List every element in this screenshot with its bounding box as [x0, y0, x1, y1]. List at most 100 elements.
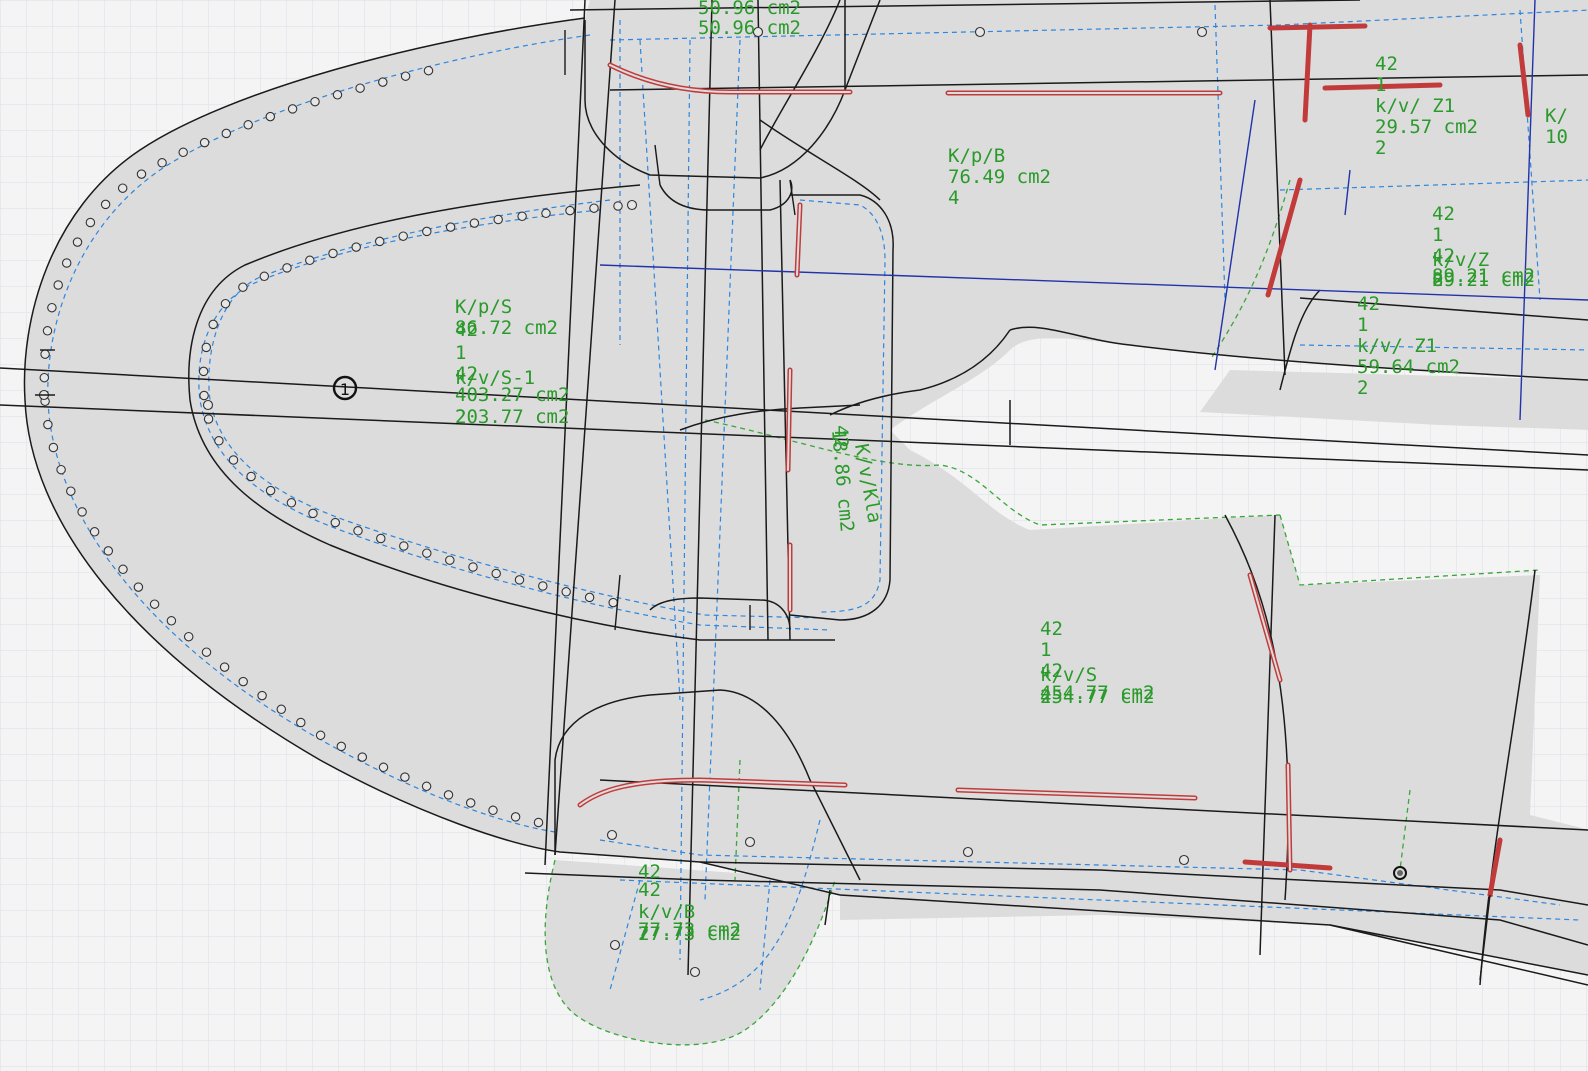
eyelet-hole	[201, 342, 212, 353]
eyelet-hole	[257, 690, 267, 701]
eyelet-hole	[305, 255, 315, 266]
eyelet-hole	[488, 805, 498, 816]
eyelet-hole	[265, 485, 276, 496]
eyelet-hole	[538, 581, 548, 591]
eyelet-hole	[310, 96, 320, 107]
eyelet-hole	[202, 399, 214, 411]
eyelet-hole	[43, 419, 53, 430]
eyelet-hole	[201, 647, 212, 657]
eyelet-hole	[332, 90, 343, 100]
eyelet-hole	[1196, 26, 1208, 38]
eyelet-hole	[77, 507, 87, 517]
eyelet-hole	[220, 298, 231, 309]
eyelet-hole	[491, 568, 501, 579]
eyelet-hole	[282, 263, 292, 273]
piece-label-top[interactable]: 50.96 cm2 50.96 cm2	[698, 0, 812, 39]
eyelet-hole	[47, 302, 57, 313]
eyelet-hole	[214, 436, 224, 446]
eyelet-hole	[378, 762, 389, 773]
eyelet-hole	[133, 582, 144, 592]
eyelet-hole	[465, 798, 476, 808]
pattern-canvas[interactable]: 1 K/p/B 76.49 cm2 4 K/p/S 86.72 cm2 42 1…	[0, 0, 1588, 1071]
eyelet-hole	[42, 326, 53, 336]
eyelet-hole	[72, 237, 83, 247]
eyelet-hole	[48, 442, 59, 453]
eyelet-hole	[606, 829, 618, 841]
eyelet-hole	[584, 592, 595, 603]
eyelet-hole	[533, 817, 544, 828]
eyelet-hole	[276, 704, 287, 715]
eyelet-hole	[422, 548, 432, 558]
eyelet-hole	[243, 120, 253, 130]
eyelet-hole	[296, 717, 306, 728]
reference-marker-number: 1	[340, 380, 350, 399]
eyelet-hole	[493, 214, 503, 225]
eyelet-hole	[422, 226, 432, 237]
eyelet-hole	[400, 71, 411, 81]
eyelet-hole	[265, 111, 276, 122]
eyelet-hole	[353, 526, 363, 536]
eyelet-hole	[468, 562, 478, 572]
eyelet-hole	[744, 836, 756, 848]
eyelet-hole	[103, 546, 114, 556]
eyelet-hole	[445, 555, 455, 565]
eyelet-hole	[286, 498, 297, 508]
eyelet-hole	[228, 455, 239, 465]
eyelet-hole	[589, 203, 599, 213]
eyelet-hole	[962, 846, 974, 858]
eyelet-hole	[421, 781, 432, 792]
eyelet-hole	[238, 676, 248, 687]
eyelet-hole	[85, 217, 96, 228]
eyelet-hole	[198, 366, 209, 377]
eyelet-hole	[40, 349, 50, 359]
eyelet-hole	[517, 211, 527, 222]
eyelet-hole	[66, 486, 76, 496]
eyelet-hole	[336, 741, 347, 752]
eyelet-hole	[39, 372, 50, 383]
eyelet-hole	[328, 248, 338, 259]
eyelet-hole	[514, 575, 525, 585]
eyelet-hole	[199, 390, 209, 401]
eyelet-hole	[1178, 854, 1190, 866]
eyelet-hole	[565, 205, 575, 216]
eyelet-hole	[118, 564, 128, 575]
eyelet-hole	[183, 631, 194, 642]
eyelet-hole	[89, 527, 100, 537]
eyelet-hole	[974, 26, 986, 38]
eyelet-hole	[357, 752, 368, 762]
eyelet-hole	[100, 199, 111, 210]
eyelet-hole	[399, 541, 409, 551]
eyelet-hole	[157, 158, 167, 168]
eyelet-hole	[117, 183, 128, 193]
eyelet-hole	[208, 319, 218, 330]
eyelet-hole	[56, 464, 66, 475]
eyelet-hole	[423, 65, 434, 76]
eyelet-hole	[374, 236, 385, 247]
eyelet-hole	[199, 137, 210, 148]
eyelet-hole	[238, 282, 248, 292]
eyelet-hole	[398, 231, 408, 241]
eyelet-hole	[378, 77, 388, 87]
eyelet-hole	[609, 939, 621, 951]
eyelet-hole	[221, 128, 232, 139]
eyelet-hole	[445, 222, 456, 232]
eyelet-hole	[136, 169, 147, 179]
eyelet-hole	[330, 517, 341, 528]
eyelet-hole	[315, 730, 326, 741]
eyelet-hole	[626, 199, 638, 211]
eyelet-hole	[400, 772, 410, 782]
eyelet-hole	[259, 271, 270, 282]
eyelet-hole	[376, 533, 386, 544]
eyelet-hole	[178, 147, 188, 158]
eyelet-hole	[246, 471, 256, 482]
eyelet-hole	[61, 258, 72, 268]
eyelet-hole	[469, 218, 480, 228]
eyelet-hole	[613, 201, 623, 211]
eyelet-hole	[287, 104, 298, 114]
eyelet-hole	[53, 280, 63, 290]
eyelet-hole	[166, 616, 177, 626]
eyelet-hole	[149, 599, 160, 609]
eyelet-hole	[443, 790, 454, 800]
eyelet-hole	[351, 242, 361, 252]
eyelet-hole	[561, 587, 571, 597]
